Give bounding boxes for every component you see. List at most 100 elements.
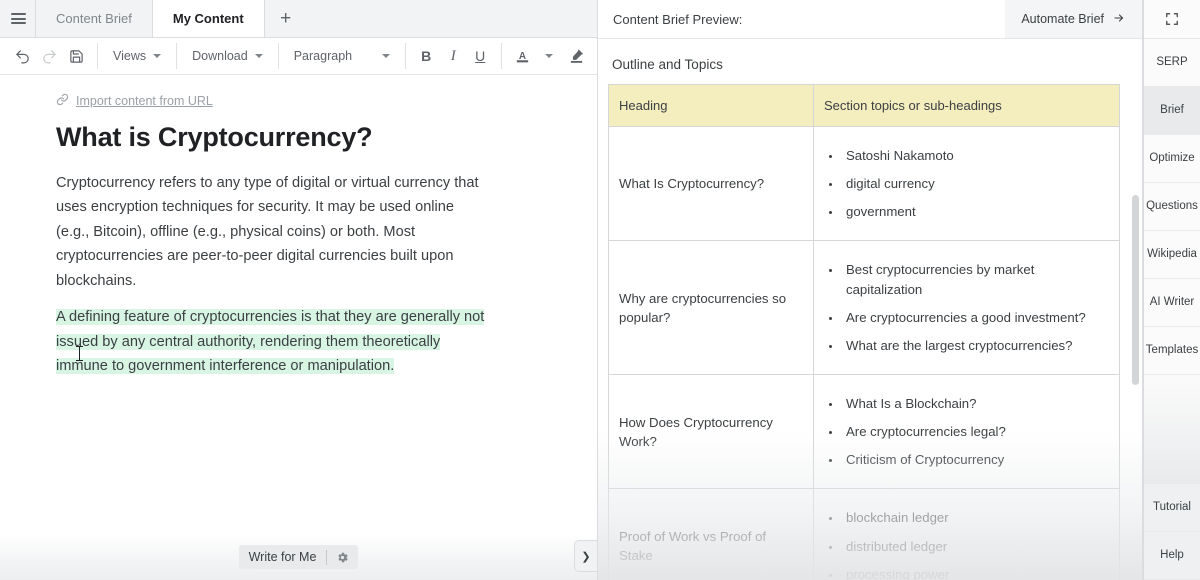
- row-heading: How Does Cryptocurrency Work?: [608, 373, 814, 490]
- column-header-topics: Section topics or sub-headings: [813, 84, 1120, 127]
- row-topics: Satoshi Nakamoto digital currency govern…: [813, 125, 1120, 242]
- chevron-down-icon: [153, 54, 162, 58]
- link-icon: [56, 93, 69, 109]
- import-content-from-url-link[interactable]: Import content from URL: [56, 93, 213, 109]
- row-heading: Proof of Work vs Proof of Stake: [608, 488, 814, 580]
- sidebar-item-label: SERP: [1156, 56, 1188, 69]
- sidebar-item-ai-writer[interactable]: AI Writer: [1144, 279, 1200, 327]
- sidebar-item-label: Optimize: [1149, 152, 1195, 165]
- row-topics: blockchain ledger distributed ledger pro…: [813, 488, 1120, 580]
- list-item: Best cryptocurrencies by market capitali…: [842, 260, 1109, 298]
- paragraph-label: Paragraph: [293, 49, 353, 63]
- underline-button[interactable]: U: [467, 43, 494, 69]
- table-header-row: Heading Section topics or sub-headings: [608, 84, 1120, 127]
- table-row[interactable]: Proof of Work vs Proof of Stake blockcha…: [608, 488, 1120, 580]
- list-item: What are the largest cryptocurrencies?: [842, 336, 1109, 355]
- import-link-label: Import content from URL: [76, 94, 213, 108]
- automate-brief-button[interactable]: Automate Brief: [1005, 0, 1142, 38]
- paragraph-2-highlighted: A defining feature of cryptocurrencies i…: [56, 305, 486, 379]
- svg-text:A: A: [519, 51, 526, 62]
- sidebar-item-label: Brief: [1160, 104, 1184, 117]
- tab-content-brief[interactable]: Content Brief: [35, 0, 153, 37]
- tab-bar: Content Brief My Content +: [0, 0, 597, 38]
- sidebar-item-questions[interactable]: Questions: [1144, 183, 1200, 231]
- write-for-me-button[interactable]: Write for Me: [238, 545, 359, 569]
- write-for-me-label: Write for Me: [248, 550, 317, 564]
- gear-icon[interactable]: [327, 551, 358, 564]
- history-group: [2, 43, 98, 69]
- document-editor[interactable]: Import content from URL What is Cryptocu…: [0, 75, 597, 580]
- sidebar-item-brief[interactable]: Brief: [1144, 87, 1200, 135]
- views-dropdown[interactable]: Views: [105, 43, 169, 69]
- table-body: What Is Cryptocurrency? Satoshi Nakamoto…: [608, 125, 1120, 580]
- sidebar-item-tutorial[interactable]: Tutorial: [1144, 484, 1200, 532]
- redo-icon[interactable]: [36, 43, 63, 69]
- formatting-toolbar: Views Download Paragraph B I U A: [0, 38, 679, 75]
- highlighter-icon[interactable]: [563, 43, 590, 69]
- views-label: Views: [113, 49, 147, 63]
- row-topics: Best cryptocurrencies by market capitali…: [813, 240, 1120, 375]
- sidebar-item-serp[interactable]: SERP: [1144, 39, 1200, 87]
- undo-icon[interactable]: [9, 43, 36, 69]
- sidebar-spacer: [1144, 375, 1200, 484]
- fullscreen-icon[interactable]: [1144, 0, 1200, 39]
- italic-button[interactable]: I: [440, 43, 467, 69]
- sidebar-item-label: Templates: [1145, 344, 1199, 357]
- row-heading: Why are cryptocurrencies so popular?: [608, 240, 814, 375]
- text-cursor-icon: [76, 346, 83, 361]
- sidebar-item-label: AI Writer: [1149, 296, 1195, 309]
- plus-icon: +: [280, 7, 292, 29]
- editor-footer: Write for Me ❯: [0, 534, 597, 580]
- italic-label: I: [450, 47, 456, 64]
- preview-scrollbar[interactable]: [1132, 87, 1139, 577]
- underline-label: U: [475, 48, 486, 64]
- paragraph-group: Paragraph: [279, 43, 406, 69]
- table-row[interactable]: What Is Cryptocurrency? Satoshi Nakamoto…: [608, 125, 1120, 242]
- expand-panel-chevron-right-icon[interactable]: ❯: [574, 540, 597, 572]
- list-item: What Is a Blockchain?: [842, 394, 1109, 413]
- outline-topics-table: Heading Section topics or sub-headings W…: [608, 84, 1120, 580]
- bold-button[interactable]: B: [413, 43, 440, 69]
- scrollbar-thumb[interactable]: [1132, 195, 1139, 385]
- sidebar-item-label: Wikipedia: [1147, 248, 1197, 261]
- tab-my-content[interactable]: My Content: [151, 0, 265, 37]
- table-row[interactable]: Why are cryptocurrencies so popular? Bes…: [608, 240, 1120, 375]
- highlighted-text: A defining feature of cryptocurrencies i…: [56, 309, 485, 375]
- list-item: Are cryptocurrencies legal?: [842, 422, 1109, 441]
- text-color-icon[interactable]: A: [509, 43, 536, 69]
- preview-title: Content Brief Preview:: [613, 11, 743, 27]
- save-icon[interactable]: [63, 43, 90, 69]
- chevron-down-icon: [381, 54, 390, 58]
- page-title: What is Cryptocurrency?: [56, 122, 373, 152]
- list-item: government: [842, 202, 1109, 221]
- hamburger-bars: [10, 13, 26, 24]
- list-item: Satoshi Nakamoto: [842, 146, 1109, 165]
- arrow-right-icon: [1112, 12, 1126, 27]
- list-item: digital currency: [842, 174, 1109, 193]
- sidebar-item-wikipedia[interactable]: Wikipedia: [1144, 231, 1200, 279]
- preview-body[interactable]: Outline and Topics Heading Section topic…: [598, 39, 1142, 580]
- sidebar-item-label: Help: [1160, 549, 1184, 562]
- download-dropdown[interactable]: Download: [184, 43, 271, 69]
- views-group: Views: [98, 43, 178, 69]
- app-root: Content Brief My Content + Views Downloa…: [0, 0, 1200, 580]
- list-item: processing power: [842, 565, 1109, 580]
- list-item: Are cryptocurrencies a good investment?: [842, 308, 1109, 327]
- table-row[interactable]: How Does Cryptocurrency Work? What Is a …: [608, 373, 1120, 490]
- editor-pane: Content Brief My Content + Views Downloa…: [0, 0, 679, 580]
- sidebar-item-help[interactable]: Help: [1144, 532, 1200, 580]
- sidebar-item-optimize[interactable]: Optimize: [1144, 135, 1200, 183]
- download-group: Download: [177, 43, 279, 69]
- hamburger-menu-icon[interactable]: [0, 0, 36, 37]
- add-tab-button[interactable]: +: [265, 0, 307, 37]
- download-label: Download: [192, 49, 248, 63]
- column-header-heading: Heading: [608, 84, 814, 127]
- outline-section-title: Outline and Topics: [612, 57, 723, 72]
- list-item: distributed ledger: [842, 537, 1109, 556]
- sidebar-item-templates[interactable]: Templates: [1144, 327, 1200, 375]
- sidebar-item-label: Questions: [1146, 200, 1198, 213]
- list-item: Criticism of Cryptocurrency: [842, 450, 1109, 469]
- paragraph-style-dropdown[interactable]: Paragraph: [286, 43, 398, 69]
- text-color-chevron-down-icon[interactable]: [536, 43, 563, 69]
- bold-label: B: [421, 48, 432, 64]
